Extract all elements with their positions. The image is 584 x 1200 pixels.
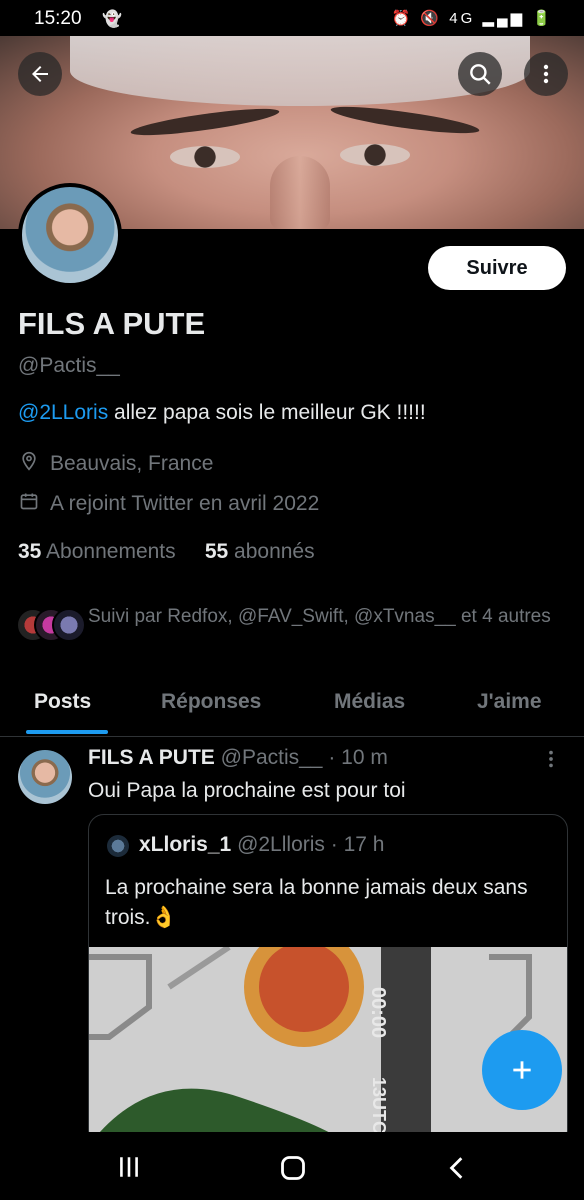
profile-tabs: Posts Réponses Médias J'aime (0, 680, 584, 737)
search-icon (470, 64, 491, 85)
tweet-more-button[interactable] (546, 748, 556, 776)
back-arrow-icon (32, 66, 48, 82)
quote-author-avatar (107, 835, 129, 857)
tab-posts[interactable]: Posts (34, 690, 91, 714)
profile-avatar[interactable] (18, 183, 122, 287)
profile-bio: @2LLoris allez papa sois le meilleur GK … (18, 401, 426, 425)
home-icon[interactable] (279, 1154, 307, 1182)
bio-text: allez papa sois le meilleur GK !!!!! (108, 401, 426, 424)
media-overlay-text-2: 13UTC (369, 1077, 389, 1135)
followers-label: abonnés (234, 540, 315, 563)
android-navigation-bar (0, 1132, 584, 1200)
tweet-author-handle: @Pactis__ (220, 746, 323, 769)
tab-replies[interactable]: Réponses (161, 690, 261, 714)
status-bar: 15:20 👻 ⏰ 🔇 4G ▂▄▆ 🔋 (0, 0, 584, 36)
tab-media[interactable]: Médias (334, 690, 405, 714)
following-label: Abonnements (46, 540, 176, 563)
nav-back-icon[interactable] (444, 1154, 470, 1182)
quote-author-name: xLloris_1 (139, 833, 232, 856)
tweet-time: · 10 m (328, 746, 388, 769)
follow-button[interactable]: Suivre (428, 246, 566, 290)
following-count: 35 (18, 540, 42, 563)
profile-handle: @Pactis__ (18, 354, 120, 377)
followers-link[interactable]: 55 abonnés (205, 540, 315, 563)
tweet-header: FILS A PUTE @Pactis__ · 10 m (88, 746, 388, 770)
quote-text: La prochaine sera la bonne jamais deux s… (105, 876, 528, 929)
more-options-button[interactable] (524, 52, 568, 96)
network-label: 4G (449, 10, 476, 27)
location-text: Beauvais, France (50, 452, 214, 475)
profile-display-name: FILS A PUTE (18, 306, 206, 341)
location-pin-icon (18, 450, 40, 478)
joined-row: A rejoint Twitter en avril 2022 (18, 491, 319, 517)
calendar-icon (18, 491, 40, 517)
followed-by-text[interactable]: Suivi par Redfox, @FAV_Swift, @xTvnas__ … (88, 602, 558, 631)
media-overlay-text-1: 00:00 (367, 987, 389, 1039)
status-time: 15:20 (34, 8, 82, 29)
follow-stats: 35 Abonnements 55 abonnés (18, 540, 315, 564)
tweet-author-avatar[interactable] (18, 750, 72, 804)
location-row: Beauvais, France (18, 450, 213, 478)
more-vertical-icon (543, 64, 549, 84)
more-vertical-icon (549, 750, 553, 768)
active-tab-indicator (26, 730, 108, 734)
bio-mention-link[interactable]: @2LLoris (18, 401, 108, 424)
compose-button[interactable] (482, 1030, 562, 1110)
followers-count: 55 (204, 540, 229, 563)
recent-apps-icon[interactable] (116, 1154, 142, 1180)
tweet-text: Oui Papa la prochaine est pour toi (88, 779, 406, 802)
following-link[interactable]: 35 Abonnements (18, 540, 176, 563)
quote-header: xLloris_1 @2Llloris · 17 h (139, 833, 384, 857)
snapchat-notification-icon: 👻 (102, 11, 122, 28)
quote-time: · 17 h (330, 833, 385, 856)
tab-likes[interactable]: J'aime (477, 690, 542, 714)
joined-text: A rejoint Twitter en avril 2022 (50, 492, 320, 515)
search-button[interactable] (458, 52, 502, 96)
follower-avatar (52, 608, 86, 642)
compose-plus-icon (513, 1061, 531, 1079)
back-button[interactable] (18, 52, 62, 96)
quote-author-handle: @2Llloris (237, 833, 325, 856)
tweet-author-name[interactable]: FILS A PUTE (88, 746, 215, 769)
system-icons: ⏰ 🔇 4G ▂▄▆ 🔋 (391, 10, 554, 27)
